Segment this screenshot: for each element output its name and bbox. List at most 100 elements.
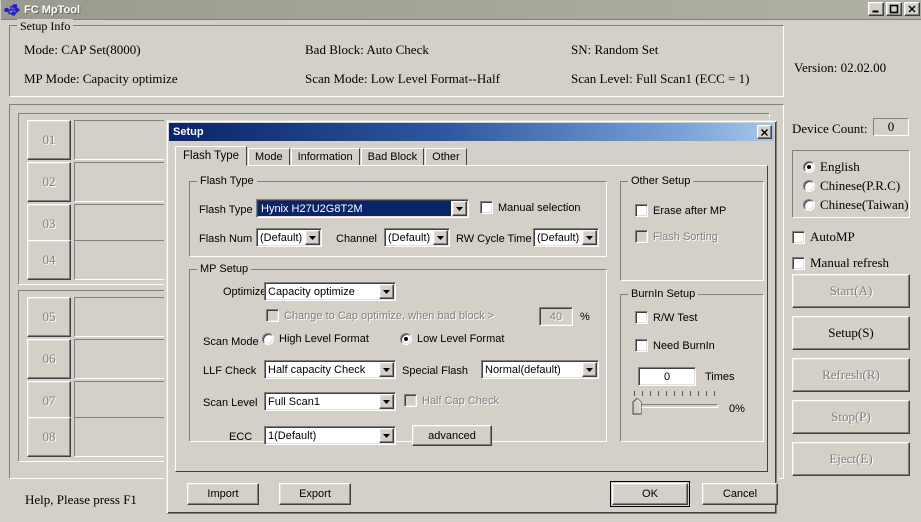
rw-cycle-time-combo-value: (Default): [537, 231, 580, 244]
export-button[interactable]: Export: [279, 483, 351, 505]
checkbox-manual-selection-icon: [480, 201, 493, 214]
chevron-down-icon[interactable]: [379, 284, 394, 299]
refresh-button[interactable]: Refresh(R): [792, 358, 910, 392]
setup-info-mp-mode: MP Mode: Capacity optimize: [24, 71, 178, 86]
advanced-button[interactable]: advanced: [412, 425, 492, 446]
setup-info-scan-mode: Scan Mode: Low Level Format--Half: [305, 71, 500, 86]
checkbox-half-cap-check-icon: [404, 394, 417, 407]
chevron-down-icon[interactable]: [452, 201, 467, 216]
ecc-combo[interactable]: 1(Default): [264, 426, 396, 445]
slider-thumb[interactable]: [632, 397, 642, 415]
device-button-05[interactable]: 05: [27, 297, 71, 337]
stop-button[interactable]: Stop(P): [792, 400, 910, 434]
scan-mode-high-level-format[interactable]: High Level Format: [262, 333, 369, 345]
setup-info-legend: Setup Info: [17, 19, 74, 34]
automp-checkbox-row[interactable]: AutoMP: [792, 229, 855, 245]
chevron-down-icon[interactable]: [379, 362, 394, 377]
close-button[interactable]: [904, 2, 920, 16]
bad-block-percent-input[interactable]: 40: [539, 307, 573, 326]
setup-info-sn: SN: Random Set: [571, 42, 659, 57]
half-cap-check-row[interactable]: Half Cap Check: [404, 394, 499, 407]
burnin-progress-slider[interactable]: [632, 391, 720, 415]
device-button-01[interactable]: 01: [27, 120, 71, 160]
minimize-button[interactable]: [868, 2, 884, 16]
tab-mode[interactable]: Mode: [248, 148, 290, 166]
device-button-06[interactable]: 06: [27, 339, 71, 379]
maximize-button[interactable]: [886, 2, 902, 16]
change-to-cap-optimize-row[interactable]: Change to Cap optimize, when bad block >: [266, 309, 494, 322]
burnin-progress-label: 0%: [729, 403, 745, 415]
scan-level-combo[interactable]: Full Scan1: [264, 392, 396, 411]
flash-num-label: Flash Num: [199, 233, 253, 245]
manual-selection-label: Manual selection: [498, 201, 581, 214]
chevron-down-icon[interactable]: [305, 230, 320, 245]
flash-type-combo-value: Hynix H27U2G8T2M: [258, 201, 451, 216]
device-button-02[interactable]: 02: [27, 162, 71, 202]
language-label-english: English: [820, 159, 860, 174]
rw-test-row[interactable]: R/W Test: [635, 311, 697, 324]
other-setup-group: Other Setup Erase after MP Flash Sorting: [620, 175, 764, 281]
language-option-chinese-taiwan[interactable]: Chinese(Taiwan): [803, 197, 909, 213]
need-burnin-row[interactable]: Need BurnIn: [635, 339, 715, 352]
special-flash-combo[interactable]: Normal(default): [481, 360, 599, 379]
radio-high-level-format-icon: [262, 333, 274, 345]
burnin-times-input[interactable]: 0: [638, 367, 696, 386]
rw-cycle-time-combo[interactable]: (Default): [533, 228, 599, 247]
burnin-times-label: Times: [705, 371, 735, 383]
import-button[interactable]: Import: [187, 483, 259, 505]
device-button-08[interactable]: 08: [27, 417, 71, 457]
chevron-down-icon[interactable]: [433, 230, 448, 245]
setup-info-bad-block: Bad Block: Auto Check: [305, 42, 429, 57]
flash-sorting-row[interactable]: Flash Sorting: [635, 230, 718, 243]
tab-information[interactable]: Information: [290, 148, 360, 166]
scan-mode-low-level-format[interactable]: Low Level Format: [400, 333, 504, 345]
manual-selection-row[interactable]: Manual selection: [480, 201, 581, 214]
optimize-label: Optimize: [223, 286, 267, 298]
tab-bad-block[interactable]: Bad Block: [360, 148, 425, 166]
dialog-close-button[interactable]: [757, 125, 772, 139]
flash-type-tab-page: Flash Type Flash Type Hynix H27U2G8T2M M…: [175, 165, 768, 472]
tab-flash-type[interactable]: Flash Type: [175, 146, 248, 166]
channel-label: Channel: [336, 233, 377, 245]
mp-setup-group: MP Setup Optimize Capacity optimize Chan…: [189, 263, 607, 446]
language-group: English Chinese(P.R.C) Chinese(Taiwan): [792, 150, 910, 218]
erase-after-mp-row[interactable]: Erase after MP: [635, 204, 726, 217]
ok-button[interactable]: OK: [610, 481, 690, 507]
device-button-07[interactable]: 07: [27, 381, 71, 421]
dialog-tabstrip: Flash Type Mode Information Bad Block Ot…: [175, 146, 768, 166]
tab-other[interactable]: Other: [425, 148, 467, 166]
language-option-english[interactable]: English: [803, 159, 860, 175]
chevron-down-icon[interactable]: [379, 428, 394, 443]
start-button[interactable]: Start(A): [792, 274, 910, 308]
cancel-button[interactable]: Cancel: [702, 483, 778, 505]
checkbox-need-burnin-icon: [635, 339, 648, 352]
setup-button[interactable]: Setup(S): [792, 316, 910, 350]
chevron-down-icon[interactable]: [379, 394, 394, 409]
flash-type-field-label: Flash Type: [199, 204, 253, 216]
radio-english-icon: [803, 161, 815, 173]
channel-combo[interactable]: (Default): [384, 228, 450, 247]
checkbox-flash-sorting-icon: [635, 230, 648, 243]
manual-refresh-checkbox-row[interactable]: Manual refresh: [792, 255, 889, 271]
channel-combo-value: (Default): [388, 231, 431, 244]
flash-num-combo[interactable]: (Default): [256, 228, 322, 247]
llf-check-combo[interactable]: Half capacity Check: [264, 360, 396, 379]
device-button-04[interactable]: 04: [27, 240, 71, 280]
window-title: FC MpTool: [24, 3, 80, 16]
special-flash-combo-value: Normal(default): [485, 363, 561, 376]
flash-type-combo[interactable]: Hynix H27U2G8T2M: [256, 199, 469, 218]
status-bar-text: Help, Please press F1: [25, 492, 137, 507]
chevron-down-icon[interactable]: [582, 230, 597, 245]
radio-low-level-format-icon: [400, 333, 412, 345]
chevron-down-icon[interactable]: [582, 362, 597, 377]
device-button-03[interactable]: 03: [27, 204, 71, 244]
slider-track[interactable]: [638, 404, 718, 408]
manual-refresh-label: Manual refresh: [810, 255, 890, 270]
setup-info-mode: Mode: CAP Set(8000): [24, 42, 141, 57]
checkbox-automp-icon: [792, 230, 805, 244]
ecc-label: ECC: [229, 431, 253, 443]
setup-info-scan-level: Scan Level: Full Scan1 (ECC = 1): [571, 71, 750, 86]
eject-button[interactable]: Eject(E): [792, 442, 910, 476]
optimize-combo[interactable]: Capacity optimize: [264, 282, 396, 301]
language-option-chinese-prc[interactable]: Chinese(P.R.C): [803, 178, 900, 194]
